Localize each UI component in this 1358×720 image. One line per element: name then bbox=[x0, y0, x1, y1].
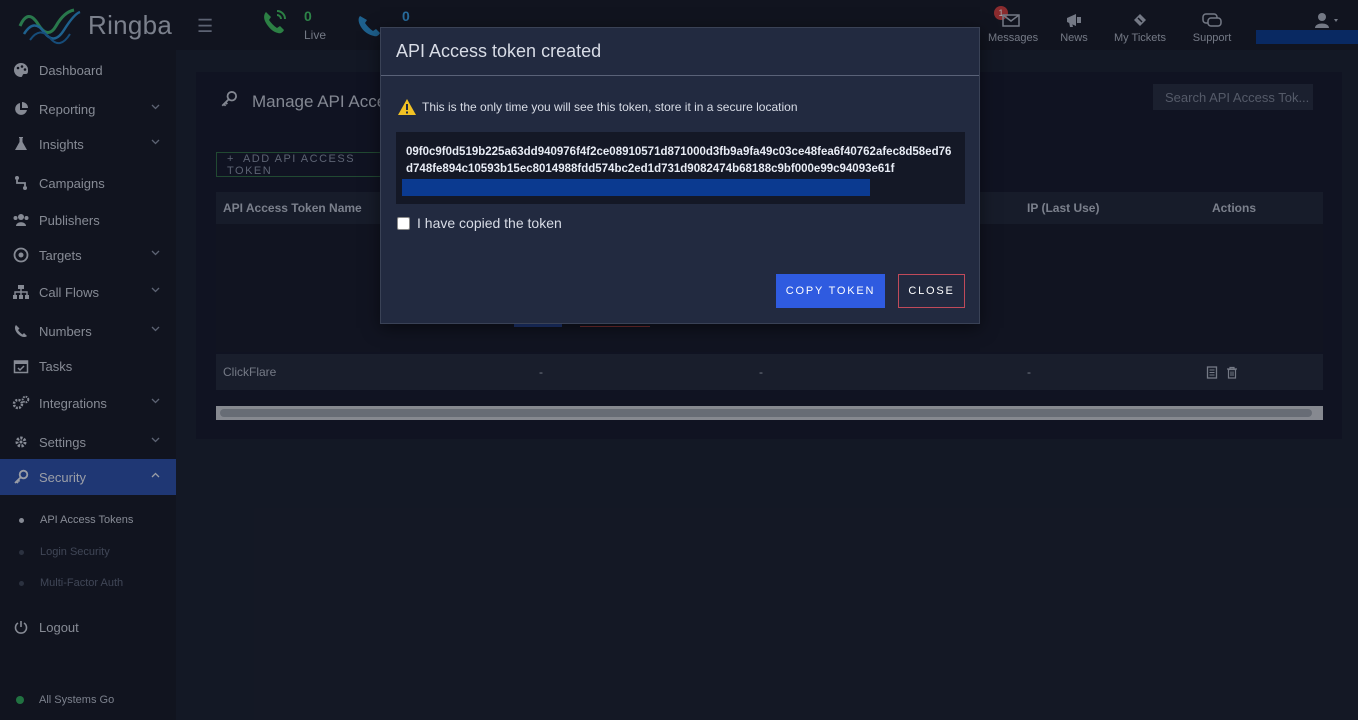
token-display[interactable]: 09f0c9f0d519b225a63dd940976f4f2ce0891057… bbox=[396, 132, 965, 204]
close-button[interactable]: CLOSE bbox=[898, 274, 965, 308]
modal-divider bbox=[381, 75, 979, 76]
copied-checkbox-label[interactable]: I have copied the token bbox=[417, 215, 562, 231]
copy-token-button[interactable]: COPY TOKEN bbox=[776, 274, 885, 308]
text-selection-highlight bbox=[402, 179, 870, 196]
warning-text: This is the only time you will see this … bbox=[422, 100, 798, 114]
warning-message: This is the only time you will see this … bbox=[397, 98, 798, 116]
modal-title: API Access token created bbox=[396, 41, 602, 61]
warning-icon bbox=[398, 99, 416, 115]
token-created-modal: API Access token created This is the onl… bbox=[380, 27, 980, 324]
token-value: 09f0c9f0d519b225a63dd940976f4f2ce0891057… bbox=[406, 146, 952, 175]
copied-checkbox[interactable] bbox=[397, 216, 410, 230]
copied-confirmation[interactable]: I have copied the token bbox=[397, 215, 562, 231]
